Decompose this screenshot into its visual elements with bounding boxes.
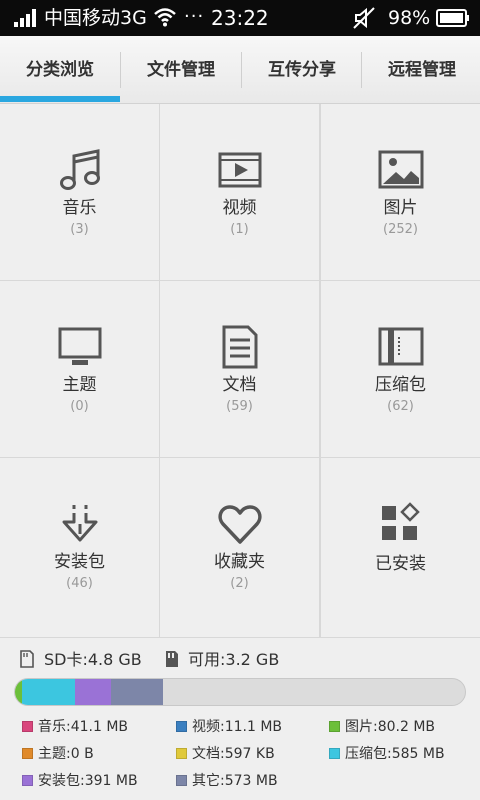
tab-label: 分类浏览 — [26, 60, 94, 80]
category-name: 已安装 — [375, 554, 426, 574]
legend-swatch — [176, 775, 187, 786]
legend-label: 主题:0 B — [38, 746, 94, 762]
signal-icon — [14, 9, 36, 27]
legend-swatch — [176, 721, 187, 732]
tab-bar: 分类浏览 文件管理 互传分享 远程管理 — [0, 36, 480, 104]
legend-label: 压缩包:585 MB — [345, 746, 445, 762]
battery-icon — [436, 9, 469, 27]
category-count: (1) — [230, 222, 249, 237]
battery-percent: 98% — [388, 7, 431, 29]
installed-apps-icon — [377, 502, 425, 546]
storage-usage-bar — [14, 678, 466, 706]
tab-label: 互传分享 — [268, 60, 336, 80]
category-count: (2) — [230, 576, 249, 591]
legend-item: 视频:11.1 MB — [176, 718, 282, 736]
tab-label: 远程管理 — [388, 60, 456, 80]
sd-card-total: SD卡:4.8 GB — [44, 650, 142, 669]
status-bar: 中国移动3G ··· 23:22 98% — [0, 0, 480, 36]
category-name: 收藏夹 — [214, 552, 265, 572]
video-icon — [216, 148, 264, 192]
legend-swatch — [22, 775, 33, 786]
image-icon — [377, 148, 425, 192]
usage-segment — [22, 679, 75, 705]
tab-category-browse[interactable]: 分类浏览 — [0, 36, 120, 104]
active-tab-indicator — [0, 96, 120, 102]
favorites-icon — [216, 502, 264, 546]
legend-label: 安装包:391 MB — [38, 773, 138, 789]
legend-item: 其它:573 MB — [176, 772, 278, 790]
legend-swatch — [329, 721, 340, 732]
category-count: (59) — [226, 399, 253, 414]
document-icon — [216, 325, 264, 369]
legend-swatch — [176, 748, 187, 759]
legend-swatch — [329, 748, 340, 759]
usage-segment — [111, 679, 163, 705]
category-installed[interactable]: 已安装 — [321, 458, 480, 637]
category-count: (252) — [383, 222, 418, 237]
legend-item: 图片:80.2 MB — [329, 718, 435, 736]
category-archives[interactable]: 压缩包 (62) — [321, 281, 480, 457]
category-video[interactable]: 视频 (1) — [160, 104, 319, 280]
mute-icon — [353, 7, 375, 29]
legend-item: 安装包:391 MB — [22, 772, 138, 790]
usage-segment — [75, 679, 111, 705]
legend-label: 音乐:41.1 MB — [38, 719, 129, 735]
category-count: (46) — [66, 576, 93, 591]
category-count: (0) — [70, 399, 89, 414]
category-grid: 音乐 (3) 视频 (1) 图片 (252) 主题 (0) 文档 (59) 压缩… — [0, 104, 480, 637]
legend-swatch — [22, 721, 33, 732]
usage-segment — [15, 679, 22, 705]
install-package-icon — [56, 502, 104, 546]
tab-label: 文件管理 — [147, 60, 215, 80]
legend-label: 视频:11.1 MB — [192, 719, 283, 735]
notification-dots: ··· — [184, 6, 205, 27]
legend-item: 音乐:41.1 MB — [22, 718, 128, 736]
category-count: (3) — [70, 222, 89, 237]
storage-panel: SD卡:4.8 GB 可用:3.2 GB 音乐:41.1 MB 视频:11.1 … — [0, 637, 480, 800]
category-name: 文档 — [222, 375, 257, 395]
category-name: 主题 — [62, 375, 97, 395]
tab-file-management[interactable]: 文件管理 — [121, 36, 241, 104]
category-count: (62) — [387, 399, 414, 414]
legend-item: 主题:0 B — [22, 745, 94, 763]
category-images[interactable]: 图片 (252) — [321, 104, 480, 280]
available-storage: 可用:3.2 GB — [188, 650, 280, 669]
category-documents[interactable]: 文档 (59) — [160, 281, 319, 457]
legend-label: 文档:597 KB — [192, 746, 275, 762]
theme-icon — [56, 325, 104, 369]
sd-card-icon — [20, 650, 34, 668]
category-name: 音乐 — [62, 198, 97, 218]
category-install-packages[interactable]: 安装包 (46) — [0, 458, 159, 637]
legend-item: 文档:597 KB — [176, 745, 275, 763]
tab-remote-management[interactable]: 远程管理 — [362, 36, 480, 104]
category-name: 安装包 — [54, 552, 105, 572]
category-favorites[interactable]: 收藏夹 (2) — [160, 458, 319, 637]
legend-label: 其它:573 MB — [192, 773, 278, 789]
music-icon — [56, 148, 104, 192]
available-storage-icon — [166, 651, 178, 667]
tab-transfer-share[interactable]: 互传分享 — [242, 36, 362, 104]
archive-icon — [377, 325, 425, 369]
clock: 23:22 — [211, 6, 269, 30]
legend-swatch — [22, 748, 33, 759]
legend-label: 图片:80.2 MB — [345, 719, 436, 735]
category-name: 压缩包 — [375, 375, 426, 395]
category-name: 图片 — [383, 198, 418, 218]
category-name: 视频 — [222, 198, 257, 218]
legend-item: 压缩包:585 MB — [329, 745, 445, 763]
category-music[interactable]: 音乐 (3) — [0, 104, 159, 280]
carrier-label: 中国移动3G — [44, 7, 147, 29]
wifi-icon — [154, 8, 176, 27]
category-themes[interactable]: 主题 (0) — [0, 281, 159, 457]
